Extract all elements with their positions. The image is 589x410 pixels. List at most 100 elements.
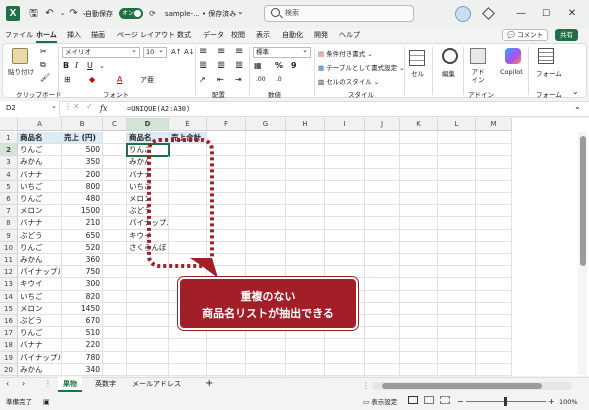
page-layout-view-icon[interactable] (424, 396, 434, 404)
cell[interactable] (476, 217, 512, 230)
sales-cell[interactable]: 200 (62, 168, 103, 181)
cell[interactable] (103, 351, 127, 364)
cell[interactable] (438, 144, 476, 157)
cell[interactable] (246, 363, 286, 376)
cell[interactable] (400, 217, 438, 230)
comma-icon[interactable]: 9 (291, 61, 297, 71)
cell[interactable] (365, 327, 400, 340)
display-settings-button[interactable]: ▭ 表示設定 (363, 394, 397, 410)
hscroll-more-icon[interactable]: ⋮ (362, 381, 370, 390)
row-header[interactable]: 6 (0, 193, 18, 206)
cell[interactable] (286, 363, 325, 376)
format-painter-icon[interactable]: 🖌 (40, 73, 50, 83)
cut-icon[interactable]: ✂ (40, 47, 47, 57)
font-color-icon[interactable]: A (117, 75, 122, 85)
cell[interactable] (476, 351, 512, 364)
cell[interactable] (365, 315, 400, 328)
cell[interactable] (400, 290, 438, 303)
product-name-cell[interactable]: りんご (18, 327, 62, 340)
cell[interactable] (103, 193, 127, 206)
cell[interactable] (103, 278, 127, 291)
column-header-i[interactable]: I (325, 118, 365, 131)
cell-styles-button[interactable]: ▧ セルのスタイル ⌄ (318, 76, 379, 86)
top-align-icon[interactable]: ≡ (199, 47, 207, 57)
header-cell-b1[interactable]: 売上 (円) (62, 132, 103, 145)
cell[interactable] (286, 205, 325, 218)
cell[interactable] (438, 302, 476, 315)
cell[interactable] (438, 315, 476, 328)
cell[interactable] (438, 278, 476, 291)
cell[interactable] (438, 205, 476, 218)
cell[interactable] (103, 205, 127, 218)
cell[interactable] (103, 363, 127, 376)
sales-cell[interactable]: 360 (62, 254, 103, 267)
tab-file[interactable]: ファイル (5, 30, 33, 40)
cell[interactable] (476, 168, 512, 181)
product-name-cell[interactable]: パイナップル (18, 266, 62, 279)
cell[interactable] (365, 132, 400, 145)
row-header[interactable]: 10 (0, 241, 18, 254)
underline-icon[interactable]: U (87, 61, 93, 71)
product-name-cell[interactable]: ぶどう (18, 229, 62, 242)
cell[interactable] (103, 144, 127, 157)
product-name-cell[interactable]: メロン (18, 302, 62, 315)
sales-cell[interactable]: 520 (62, 241, 103, 254)
center-align-icon[interactable]: ≣ (217, 61, 225, 71)
cell[interactable] (365, 156, 400, 169)
cell[interactable] (365, 168, 400, 181)
cell[interactable] (286, 339, 325, 352)
indent-icon[interactable]: ⇤ (217, 75, 224, 85)
cell[interactable] (476, 229, 512, 242)
cell[interactable] (127, 278, 169, 291)
cell[interactable] (325, 363, 365, 376)
product-name-cell[interactable]: りんご (18, 144, 62, 157)
row-header[interactable]: 4 (0, 168, 18, 181)
cell[interactable] (400, 278, 438, 291)
copilot-icon[interactable] (505, 48, 521, 64)
sheet-more-icon[interactable]: ⋮ (44, 379, 52, 388)
cell[interactable] (127, 302, 169, 315)
cell[interactable] (476, 254, 512, 267)
tab-data[interactable]: データ (203, 30, 224, 40)
product-name-cell[interactable]: バナナ (18, 217, 62, 230)
cancel-icon[interactable]: ✕ (73, 102, 80, 111)
cell[interactable] (400, 205, 438, 218)
header-cell-a1[interactable]: 商品名 (18, 132, 62, 145)
cell[interactable] (325, 168, 365, 181)
save-icon[interactable]: 🖫 (27, 7, 40, 20)
product-name-cell[interactable]: パイナップル (18, 351, 62, 364)
cell[interactable] (365, 144, 400, 157)
cell[interactable] (365, 363, 400, 376)
add-sheet-button[interactable]: + (205, 378, 213, 389)
cell[interactable] (103, 156, 127, 169)
product-name-cell[interactable]: いちご (18, 180, 62, 193)
sales-cell[interactable]: 650 (62, 229, 103, 242)
cells-icon[interactable] (409, 50, 425, 66)
sales-cell[interactable]: 480 (62, 193, 103, 206)
number-format-combo[interactable]: 標準 (253, 46, 311, 58)
cell[interactable] (400, 339, 438, 352)
sales-cell[interactable]: 820 (62, 290, 103, 303)
cell[interactable] (325, 132, 365, 145)
cell[interactable] (103, 180, 127, 193)
cell[interactable] (438, 339, 476, 352)
zoom-out-icon[interactable]: − (457, 394, 464, 410)
cell[interactable] (438, 254, 476, 267)
row-header[interactable]: 15 (0, 302, 18, 315)
conditional-format-button[interactable]: ▤ 条件付き書式 ⌄ (318, 48, 373, 58)
product-name-cell[interactable]: いちご (18, 290, 62, 303)
sales-cell[interactable]: 510 (62, 327, 103, 340)
sales-cell[interactable]: 340 (62, 363, 103, 376)
left-align-icon[interactable]: ≣ (199, 61, 207, 71)
cell[interactable] (365, 217, 400, 230)
sales-cell[interactable]: 220 (62, 339, 103, 352)
cell[interactable] (325, 144, 365, 157)
cell[interactable] (365, 205, 400, 218)
cell[interactable] (400, 266, 438, 279)
cell[interactable] (400, 168, 438, 181)
product-name-cell[interactable]: りんご (18, 241, 62, 254)
cell[interactable] (400, 229, 438, 242)
cell[interactable] (400, 254, 438, 267)
cell[interactable] (286, 168, 325, 181)
decrease-decimal-icon[interactable]: .0 (276, 75, 282, 85)
